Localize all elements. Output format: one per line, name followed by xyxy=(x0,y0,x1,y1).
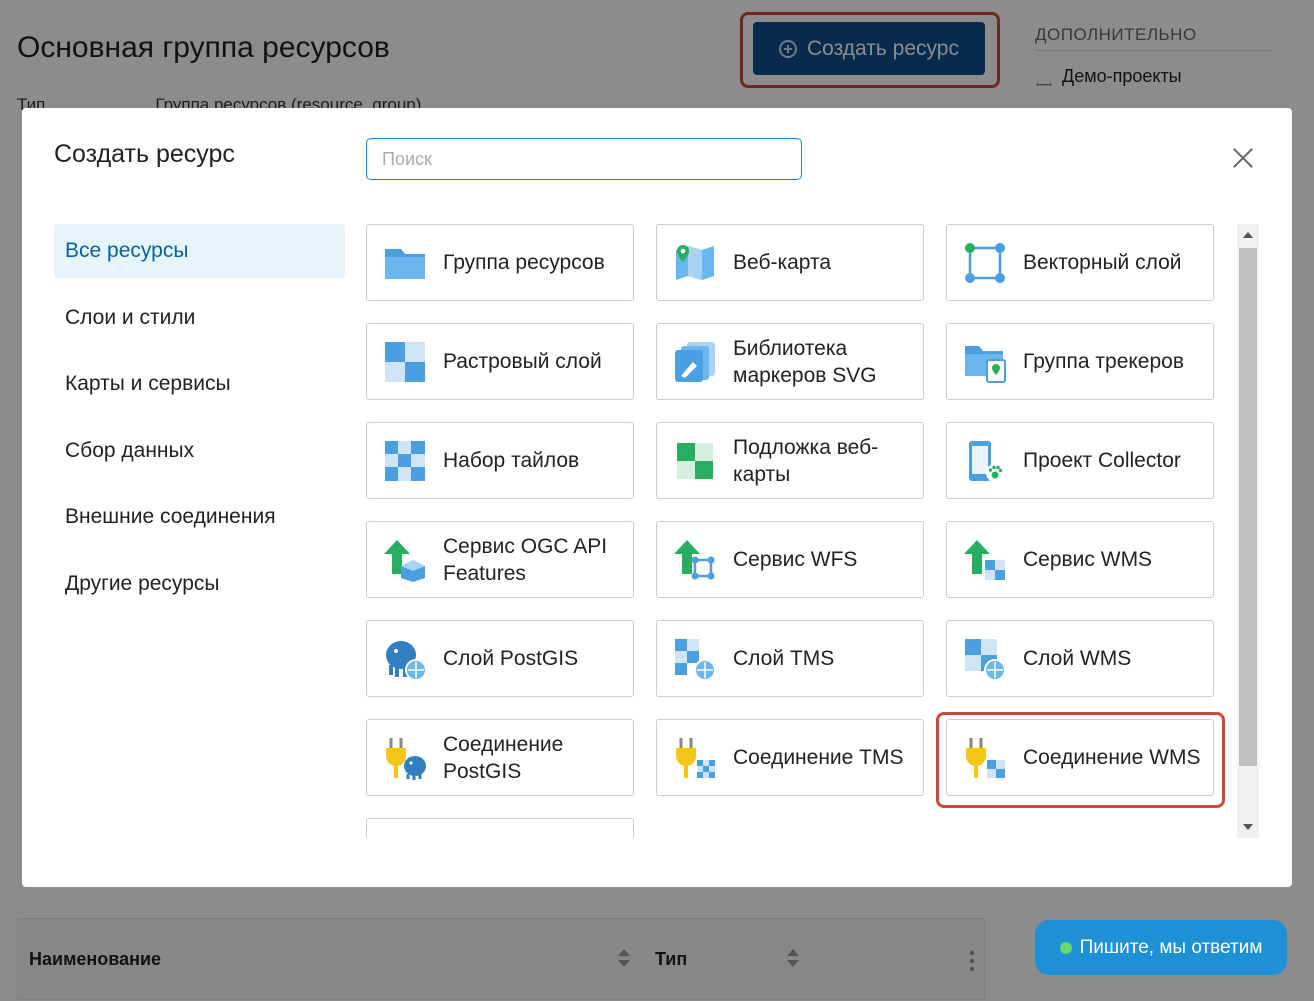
resource-label: Сервис WFS xyxy=(733,548,858,571)
tms-connection-icon xyxy=(676,737,715,778)
resource-card-tracker-group[interactable]: Группа трекеров xyxy=(946,323,1214,400)
resource-label: Соединение TMS xyxy=(733,746,904,769)
resource-card-webmap[interactable]: Веб-карта xyxy=(656,224,924,301)
resource-card-vector-layer[interactable]: Векторный слой xyxy=(946,224,1214,301)
postgis-connection-icon xyxy=(386,737,426,780)
raster-layer-icon xyxy=(385,341,425,382)
resource-card-wms-layer[interactable]: Слой WMS xyxy=(946,620,1214,697)
resource-card-raster-layer[interactable]: Растровый слой xyxy=(366,323,634,400)
create-resource-modal: Создать ресурс Все ресурсы Слои и стили … xyxy=(22,108,1292,887)
category-data-collection[interactable]: Сбор данных xyxy=(54,424,345,478)
category-all[interactable]: Все ресурсы xyxy=(54,224,345,278)
resource-label: Слой PostGIS xyxy=(443,647,579,670)
vector-layer-icon xyxy=(965,242,1005,283)
resource-card-wms-service[interactable]: Сервис WMS xyxy=(946,521,1214,598)
resource-label: Соединение PostGIS xyxy=(443,732,564,783)
category-layers-styles[interactable]: Слои и стили xyxy=(54,291,345,345)
resource-label: Сервис WMS xyxy=(1023,548,1153,571)
svg-marker-library-icon xyxy=(675,341,715,382)
resource-label: Проект Collector xyxy=(1023,449,1181,472)
category-maps-services[interactable]: Карты и сервисы xyxy=(54,357,345,411)
category-other[interactable]: Другие ресурсы xyxy=(54,557,345,611)
tileset-icon xyxy=(385,440,425,481)
resource-label: Векторный слой xyxy=(1023,251,1182,274)
folder-icon xyxy=(385,248,425,279)
chat-label: Пишите, мы ответим xyxy=(1079,936,1263,958)
resource-card-tileset[interactable]: Набор тайлов xyxy=(366,422,634,499)
resource-card-svg-marker-library[interactable]: Библиотека маркеров SVG xyxy=(656,323,924,400)
resource-label: Веб-карта xyxy=(733,251,832,274)
wfs-service-icon xyxy=(674,539,715,579)
resource-label: Группа трекеров xyxy=(1023,350,1184,373)
resource-label: Слой TMS xyxy=(733,647,835,670)
wms-connection-highlight xyxy=(936,712,1225,808)
scroll-thumb[interactable] xyxy=(1239,248,1257,766)
tracker-group-icon xyxy=(965,345,1006,383)
resource-label: Сервис OGC API Features xyxy=(443,534,608,585)
resource-card-basemap[interactable]: Подложка веб-карты xyxy=(656,422,924,499)
resource-label: Растровый слой xyxy=(443,350,602,373)
resource-label: Подложка веб-карты xyxy=(733,435,879,486)
modal-title: Создать ресурс xyxy=(54,140,235,168)
collector-project-icon xyxy=(969,440,1004,482)
basemap-icon xyxy=(677,442,713,479)
resource-card-tms-layer[interactable]: Слой TMS xyxy=(656,620,924,697)
resource-label: Группа ресурсов xyxy=(443,251,605,274)
ogcapi-service-icon xyxy=(384,539,425,582)
wms-layer-icon xyxy=(965,638,1006,681)
scroll-up-icon[interactable] xyxy=(1243,232,1253,238)
resource-label: Библиотека маркеров SVG xyxy=(733,336,877,387)
resource-card-partial[interactable] xyxy=(366,818,634,838)
category-list: Все ресурсы Слои и стили Карты и сервисы… xyxy=(54,224,345,623)
category-external-connections[interactable]: Внешние соединения xyxy=(54,490,345,544)
resource-card-tms-connection[interactable]: Соединение TMS xyxy=(656,719,924,796)
scroll-down-icon[interactable] xyxy=(1243,824,1253,830)
resource-card-postgis-connection[interactable]: Соединение PostGIS xyxy=(366,719,634,796)
tms-layer-icon xyxy=(675,638,716,681)
wms-service-icon xyxy=(964,539,1005,580)
resource-card-wfs-service[interactable]: Сервис WFS xyxy=(656,521,924,598)
resource-label: Набор тайлов xyxy=(443,449,580,472)
postgis-layer-icon xyxy=(386,640,427,681)
partially-visible-icon xyxy=(383,835,427,839)
grid-scrollbar[interactable] xyxy=(1237,224,1259,838)
resource-label: Слой WMS xyxy=(1023,647,1132,670)
resource-card-ogcapi-service[interactable]: Сервис OGC API Features xyxy=(366,521,634,598)
close-icon[interactable] xyxy=(1232,147,1254,169)
webmap-icon xyxy=(676,244,714,280)
chat-button[interactable]: Пишите, мы ответим xyxy=(1035,920,1287,975)
online-dot-icon xyxy=(1059,941,1072,954)
resource-card-collector-project[interactable]: Проект Collector xyxy=(946,422,1214,499)
resource-card-postgis-layer[interactable]: Слой PostGIS xyxy=(366,620,634,697)
resource-card-resource-group[interactable]: Группа ресурсов xyxy=(366,224,634,301)
search-input[interactable] xyxy=(366,138,802,180)
